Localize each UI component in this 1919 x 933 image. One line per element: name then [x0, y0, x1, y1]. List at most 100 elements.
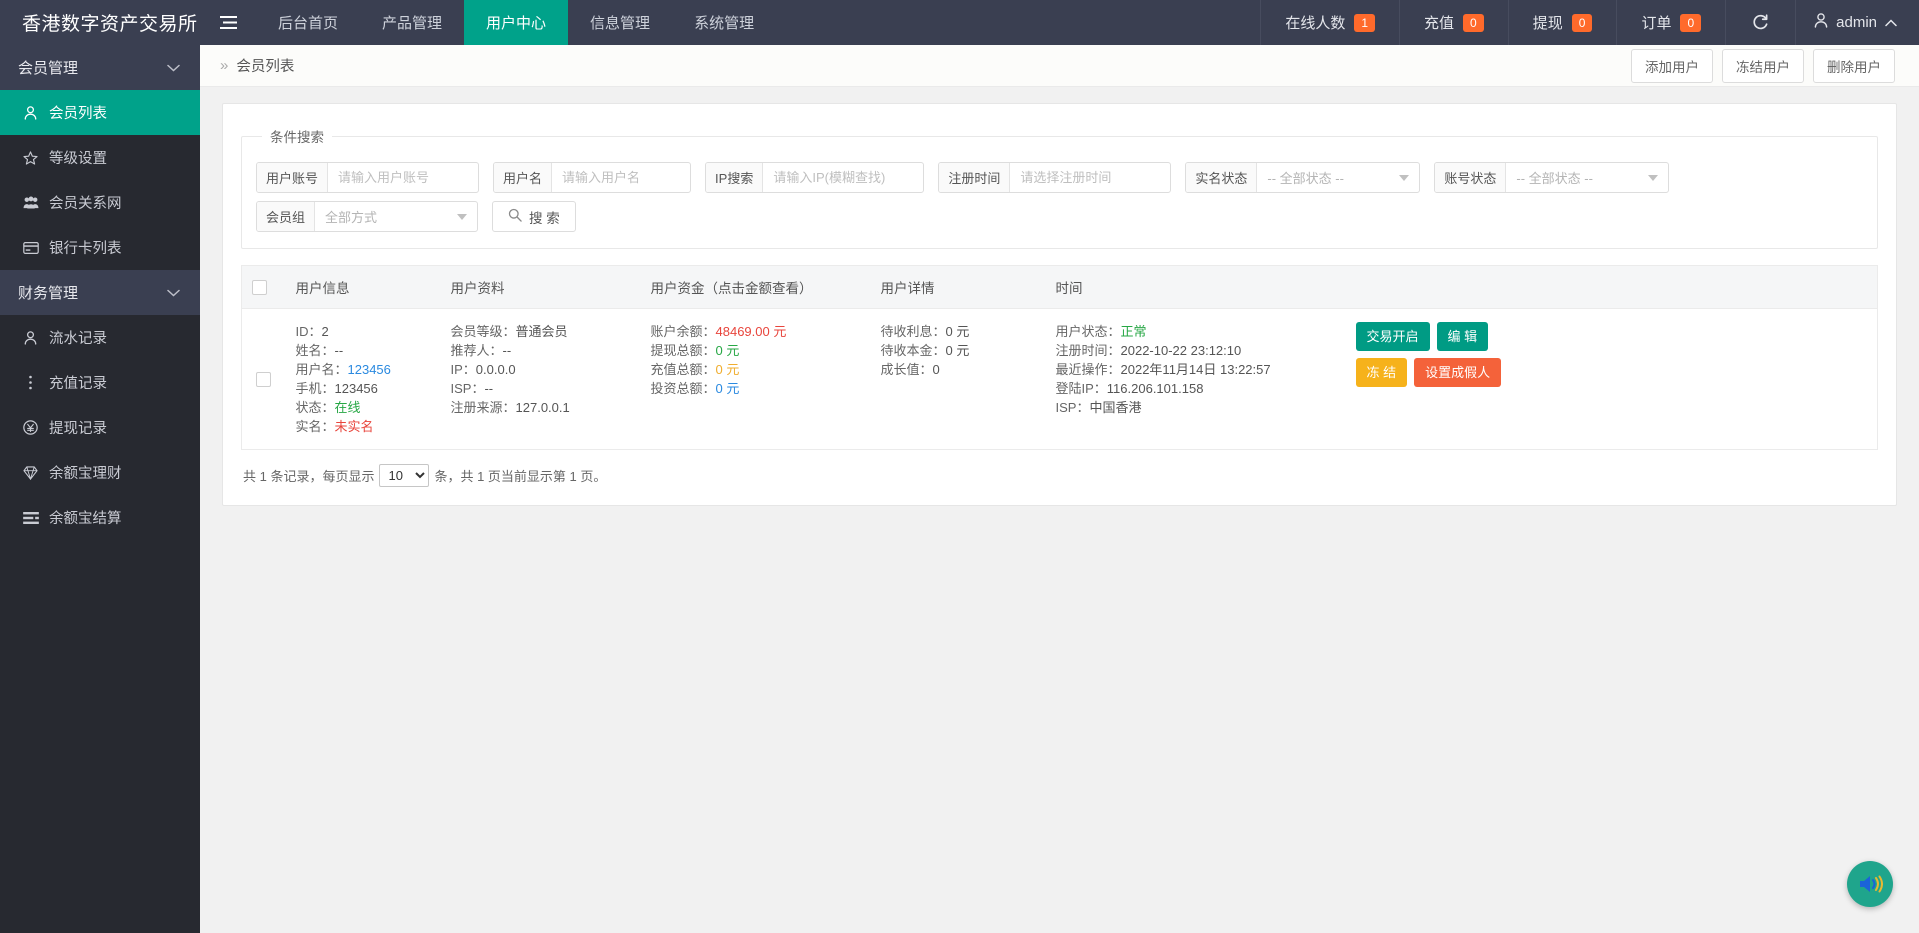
main-panel: 条件搜索 用户账号 用户名 IP搜索 注册时: [222, 103, 1897, 506]
sidebar-group-member-management[interactable]: 会员管理: [0, 45, 200, 90]
sidebar-group-finance-management-label: 财务管理: [18, 282, 78, 303]
cell-actions: 交易开启 编 辑 冻 结 设置成假人: [1346, 309, 1878, 450]
fund-balance: 账户余额：48469.00 元: [651, 322, 861, 341]
chevron-down-icon: [167, 59, 180, 76]
user-name: admin: [1836, 14, 1877, 31]
sound-icon[interactable]: [1847, 861, 1893, 907]
sidebar-item-transaction-records-label: 流水记录: [49, 327, 107, 348]
filter-username-label: 用户名: [494, 163, 552, 192]
stat-withdraw-badge: 0: [1572, 14, 1593, 32]
members-table-head: 用户信息 用户资料 用户资金（点击金额查看） 用户详情 时间: [242, 266, 1878, 309]
chevron-up-icon: [1885, 14, 1897, 31]
sidebar-item-bank-card-list-label: 银行卡列表: [49, 237, 122, 258]
refresh-icon[interactable]: [1725, 0, 1795, 45]
account-input[interactable]: [328, 163, 478, 192]
stat-withdraw-label: 提现: [1533, 12, 1563, 33]
tab-system[interactable]: 系统管理: [672, 0, 776, 45]
account-status-value: -- 全部状态 --: [1506, 163, 1627, 192]
filter-realname-status: 实名状态 -- 全部状态 --: [1185, 162, 1420, 193]
fund-invest-total: 投资总额：0 元: [651, 379, 861, 398]
column-user-detail: 用户详情: [871, 266, 1046, 309]
profile-level: 会员等级：普通会员: [451, 322, 631, 341]
member-group-select[interactable]: 全部方式: [315, 202, 477, 231]
app-root: 香港数字资产交易所 后台首页 产品管理 用户中心 信息管理 系统管理 在线人数 …: [0, 0, 1919, 933]
edit-button[interactable]: 编 辑: [1437, 322, 1489, 351]
stat-online-users-label: 在线人数: [1285, 12, 1345, 33]
sidebar: 会员管理 会员列表 等级设置: [0, 45, 200, 933]
tab-information[interactable]: 信息管理: [568, 0, 672, 45]
detail-pending-principal: 待收本金：0 元: [881, 341, 1036, 360]
search-button[interactable]: 搜 索: [492, 201, 576, 232]
sidebar-item-yuebao-settlement[interactable]: 余额宝结算: [0, 495, 200, 540]
register-time-input[interactable]: [1010, 163, 1170, 192]
row-select-cell: [242, 309, 286, 450]
page-title: 会员列表: [236, 55, 294, 76]
filter-ip-label: IP搜索: [706, 163, 763, 192]
freeze-user-button[interactable]: 冻结用户: [1722, 49, 1804, 83]
breadcrumb-bar: » 会员列表 添加用户 冻结用户 删除用户: [200, 45, 1919, 87]
user-icon: [22, 106, 39, 120]
set-as-fake-user-button[interactable]: 设置成假人: [1414, 358, 1501, 387]
delete-user-button[interactable]: 删除用户: [1813, 49, 1895, 83]
username-input[interactable]: [552, 163, 690, 192]
row-checkbox[interactable]: [256, 372, 271, 387]
filter-account: 用户账号: [256, 162, 479, 193]
page-size-select[interactable]: 10 20 50 100: [379, 464, 429, 487]
yen-icon: [22, 420, 39, 435]
username-link[interactable]: 123456: [348, 362, 391, 377]
sidebar-item-withdraw-records[interactable]: 提现记录: [0, 405, 200, 450]
sidebar-item-transaction-records[interactable]: 流水记录: [0, 315, 200, 360]
list-icon: [22, 512, 39, 524]
realname-status-value: -- 全部状态 --: [1257, 163, 1378, 192]
user-menu[interactable]: admin: [1795, 0, 1919, 45]
pagination-prefix: 共 1 条记录，每页显示: [243, 466, 374, 485]
filter-realname-status-label: 实名状态: [1186, 163, 1257, 192]
stat-recharge[interactable]: 充值 0: [1399, 0, 1508, 45]
filter-register-time-label: 注册时间: [939, 163, 1010, 192]
sidebar-item-recharge-records[interactable]: 充值记录: [0, 360, 200, 405]
hamburger-icon[interactable]: [200, 0, 256, 45]
add-user-button[interactable]: 添加用户: [1631, 49, 1713, 83]
sidebar-group-member-management-label: 会员管理: [18, 57, 78, 78]
account-status-select[interactable]: -- 全部状态 --: [1506, 163, 1668, 192]
tab-dashboard[interactable]: 后台首页: [256, 0, 360, 45]
sidebar-item-member-network[interactable]: 会员关系网: [0, 180, 200, 225]
fund-invest-total-value[interactable]: 0 元: [716, 381, 740, 396]
cell-time: 用户状态：正常 注册时间：2022-10-22 23:12:10 最近操作：20…: [1046, 309, 1346, 450]
nav-tabs: 后台首页 产品管理 用户中心 信息管理 系统管理: [256, 0, 776, 45]
stat-online-users[interactable]: 在线人数 1: [1260, 0, 1399, 45]
ip-input[interactable]: [763, 163, 923, 192]
fund-balance-value[interactable]: 48469.00 元: [716, 324, 787, 339]
select-all-header: [242, 266, 286, 309]
search-filter-panel: 条件搜索 用户账号 用户名 IP搜索 注册时: [241, 126, 1878, 249]
stat-withdraw[interactable]: 提现 0: [1508, 0, 1617, 45]
members-table: 用户信息 用户资料 用户资金（点击金额查看） 用户详情 时间: [241, 265, 1878, 450]
sidebar-item-level-settings[interactable]: 等级设置: [0, 135, 200, 180]
sidebar-item-bank-card-list[interactable]: 银行卡列表: [0, 225, 200, 270]
filter-member-group: 会员组 全部方式: [256, 201, 478, 232]
chevron-down-icon: [457, 214, 467, 220]
breadcrumb-actions: 添加用户 冻结用户 删除用户: [1631, 49, 1895, 83]
filter-account-status: 账号状态 -- 全部状态 --: [1434, 162, 1669, 193]
trade-enable-button[interactable]: 交易开启: [1356, 322, 1430, 351]
fund-withdraw-total-value[interactable]: 0 元: [716, 343, 740, 358]
fund-recharge-total: 充值总额：0 元: [651, 360, 861, 379]
tab-user-center[interactable]: 用户中心: [464, 0, 568, 45]
chevron-down-icon: [1648, 175, 1658, 181]
fund-recharge-total-value[interactable]: 0 元: [716, 362, 740, 377]
sidebar-group-finance-management[interactable]: 财务管理: [0, 270, 200, 315]
detail-growth-value: 成长值：0: [881, 360, 1036, 379]
stat-orders[interactable]: 订单 0: [1616, 0, 1725, 45]
realname-status-select[interactable]: -- 全部状态 --: [1257, 163, 1419, 192]
sidebar-item-member-network-label: 会员关系网: [49, 192, 122, 213]
select-all-checkbox[interactable]: [252, 280, 267, 295]
tab-products[interactable]: 产品管理: [360, 0, 464, 45]
filter-ip: IP搜索: [705, 162, 924, 193]
freeze-button[interactable]: 冻 结: [1356, 358, 1408, 387]
sidebar-item-yuebao-wealth[interactable]: 余额宝理财: [0, 450, 200, 495]
info-status: 状态：在线: [296, 398, 431, 417]
filter-username: 用户名: [493, 162, 691, 193]
sidebar-item-member-list[interactable]: 会员列表: [0, 90, 200, 135]
search-filter-legend: 条件搜索: [262, 126, 332, 146]
nav-right: 在线人数 1 充值 0 提现 0 订单 0: [1260, 0, 1919, 45]
